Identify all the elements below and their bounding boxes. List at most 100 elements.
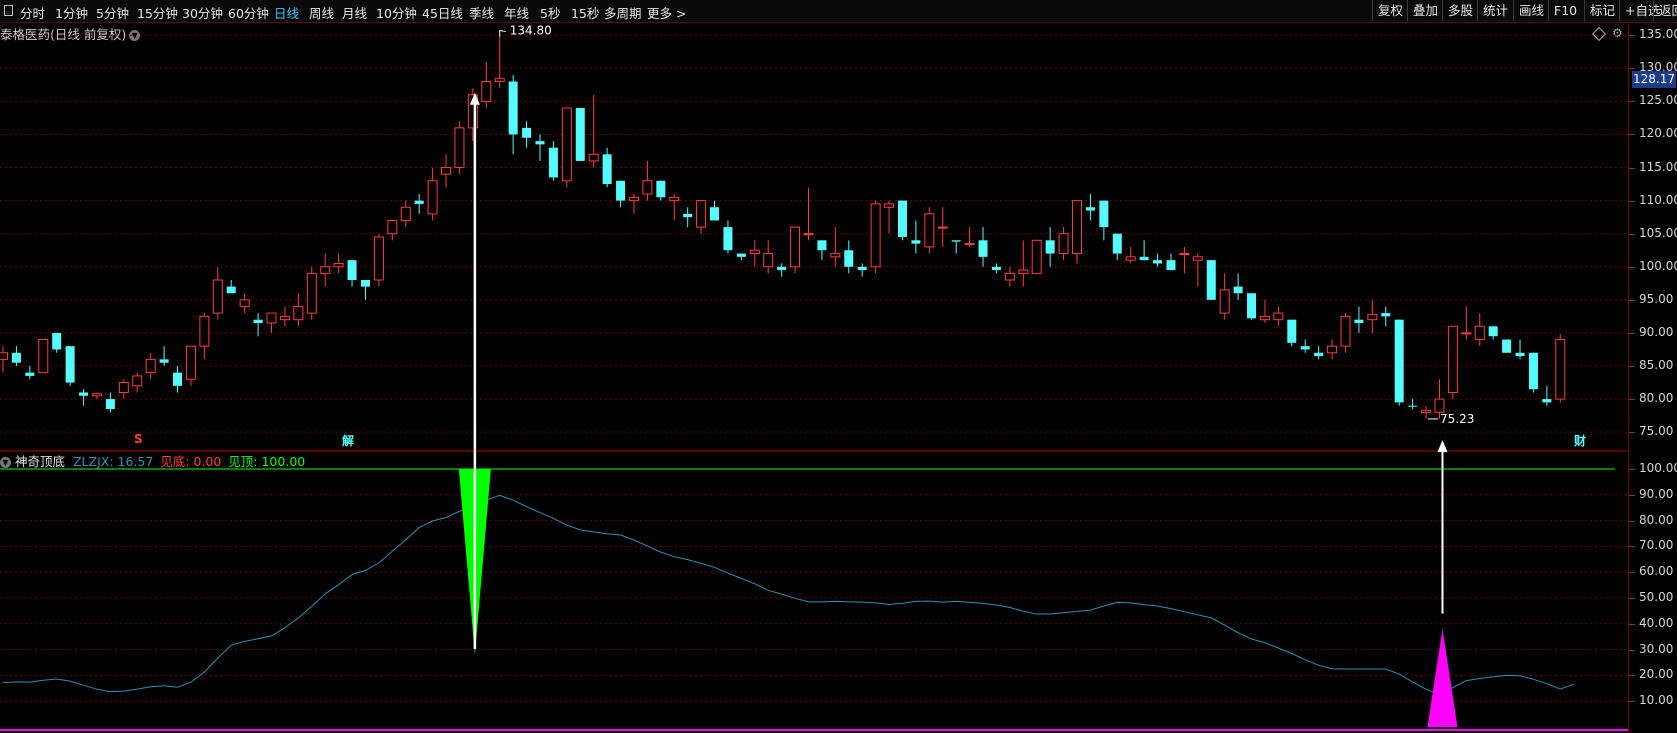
candle-body xyxy=(333,262,344,268)
axis-tick xyxy=(1629,701,1635,703)
indicator-axis-label: 10.00 xyxy=(1639,693,1674,708)
candle-body xyxy=(1112,233,1122,254)
candle-body xyxy=(1179,253,1190,256)
candle-body xyxy=(79,392,89,396)
candle-body xyxy=(978,240,988,257)
candle-body xyxy=(897,200,907,237)
candle-body xyxy=(1259,315,1270,321)
axis-tick xyxy=(1629,399,1635,401)
candle-body xyxy=(1461,332,1472,335)
indicator-axis-label: 30.00 xyxy=(1639,641,1674,656)
candle-body xyxy=(118,382,129,393)
axis-tick xyxy=(1629,546,1635,548)
candle-body xyxy=(723,227,733,251)
candle-body xyxy=(1004,272,1015,281)
axis-tick xyxy=(1629,649,1635,651)
candle-body xyxy=(817,240,827,251)
price-axis-label: 80.00 xyxy=(1639,391,1674,406)
axis-tick xyxy=(1629,134,1635,136)
candle-body xyxy=(1340,315,1351,347)
candle-body xyxy=(522,127,532,138)
candle-body xyxy=(1058,233,1069,255)
candle-body xyxy=(293,305,304,321)
marker-jie: 解 xyxy=(342,434,355,448)
candle-body xyxy=(52,332,62,350)
candle-body xyxy=(683,213,693,218)
candle-body xyxy=(1447,325,1458,393)
candle-body xyxy=(884,203,895,208)
axis-tick xyxy=(1629,101,1635,103)
candle-body xyxy=(642,180,653,195)
candle-body xyxy=(588,153,599,162)
candle-body xyxy=(253,319,263,323)
candle-body xyxy=(360,280,370,287)
candle-body xyxy=(602,154,612,185)
candle-body xyxy=(1247,293,1257,319)
candle-body xyxy=(1273,312,1284,321)
price-axis-label: 125.00 xyxy=(1639,93,1677,108)
axis-tick xyxy=(1629,200,1635,202)
indicator-bottom-value: 见底: 0.00 xyxy=(160,454,222,469)
candle-body xyxy=(320,266,331,274)
indicator-axis-label: 70.00 xyxy=(1639,538,1674,553)
indicator-axis-label: 50.00 xyxy=(1639,590,1674,604)
bottom-signal-spike xyxy=(1427,628,1458,727)
price-axis-label: 105.00 xyxy=(1639,225,1677,240)
chevron-down-icon[interactable]: ▼ xyxy=(0,457,11,468)
indicator-zlzjx-value: ZLZJX: 16.57 xyxy=(72,454,154,469)
candle-body xyxy=(1434,398,1445,413)
candle-body xyxy=(1153,260,1163,264)
indicator-axis-label: 100.00 xyxy=(1639,461,1677,475)
candle-body xyxy=(777,266,787,271)
candle-body xyxy=(1125,256,1136,261)
axis-tick xyxy=(1629,469,1635,470)
indicator-name[interactable]: 神奇顶底 xyxy=(15,454,65,469)
axis-tick xyxy=(1629,494,1635,496)
candle-body xyxy=(347,260,357,280)
candle-body xyxy=(508,81,518,135)
current-price-tag: 128.17 xyxy=(1632,71,1676,89)
candle-body xyxy=(991,266,1001,271)
candle-body xyxy=(803,233,814,236)
price-axis-label: 100.00 xyxy=(1639,258,1677,273)
candle-body xyxy=(535,141,545,145)
candle-body xyxy=(1166,260,1176,271)
price-axis-label: 90.00 xyxy=(1639,324,1674,339)
axis-tick xyxy=(1629,167,1635,169)
low-price-label: 75.23 xyxy=(1440,412,1474,426)
axis-tick xyxy=(1629,332,1635,334)
candle-body xyxy=(1233,286,1243,294)
candle-body xyxy=(1192,256,1203,261)
candle-body xyxy=(1031,239,1042,274)
candle-body xyxy=(696,200,707,228)
candle-body xyxy=(1314,352,1324,357)
candle-body xyxy=(266,312,277,324)
candle-body xyxy=(0,352,8,360)
marker-s: S xyxy=(134,432,143,446)
candle-body xyxy=(159,359,169,363)
axis-tick xyxy=(1629,35,1635,37)
price-axis-label: 115.00 xyxy=(1639,159,1677,174)
axis-border xyxy=(1628,22,1629,733)
candle-body xyxy=(454,127,465,169)
candle-body xyxy=(1287,319,1297,343)
zlzjx-line xyxy=(2,494,1574,696)
kline-chart[interactable]: 134.80 75.23 xyxy=(0,0,1677,733)
candle-body xyxy=(279,315,290,321)
candle-body xyxy=(736,253,746,257)
candle-body xyxy=(710,207,720,221)
candle-body xyxy=(1502,339,1512,353)
price-axis-label: 135.00 xyxy=(1639,27,1677,42)
candle-body xyxy=(414,200,424,204)
candle-body xyxy=(1474,325,1485,341)
candle-body xyxy=(656,180,666,198)
candle-body xyxy=(1421,409,1432,413)
candle-body xyxy=(212,279,223,314)
candle-body xyxy=(441,167,452,175)
candle-body xyxy=(400,206,411,221)
price-axis-label: 95.00 xyxy=(1639,291,1674,306)
indicator-header: ▼ 神奇顶底 ZLZJX: 16.57 见底: 0.00 见顶: 100.00 xyxy=(0,451,305,470)
candle-body xyxy=(830,253,841,258)
indicator-axis-label: 60.00 xyxy=(1639,564,1674,579)
candle-body xyxy=(105,399,115,409)
